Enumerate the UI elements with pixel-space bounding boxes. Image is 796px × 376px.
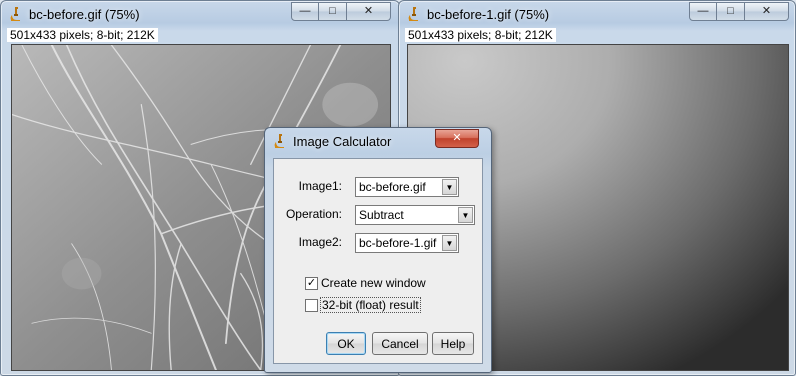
close-icon: ✕	[363, 5, 374, 17]
window-title: bc-before-1.gif (75%)	[427, 7, 550, 22]
dropdown-arrow-icon: ▼	[442, 179, 457, 195]
dropdown-arrow-icon: ▼	[442, 235, 457, 251]
checkmark-icon: ✓	[306, 277, 317, 289]
minimize-icon: —	[697, 5, 709, 17]
float-result-checkbox[interactable]	[305, 299, 318, 312]
operation-value: Subtract	[359, 208, 404, 222]
float-result-label[interactable]: 32-bit (float) result	[320, 297, 421, 313]
dropdown-arrow-icon: ▼	[458, 207, 473, 223]
maximize-button[interactable]: □	[717, 2, 745, 21]
cancel-button[interactable]: Cancel	[372, 332, 428, 355]
ok-button[interactable]: OK	[326, 332, 366, 355]
dialog-body: Image1: bc-before.gif ▼ Operation: Subtr…	[273, 158, 483, 364]
caption-buttons: ✕	[435, 129, 479, 148]
caption-buttons: — □ ✕	[689, 2, 789, 21]
titlebar[interactable]: bc-before.gif (75%) — □ ✕	[1, 1, 399, 27]
image-info: 501x433 pixels; 8-bit; 212K	[405, 28, 556, 42]
minimize-button[interactable]: —	[689, 2, 717, 21]
image2-select[interactable]: bc-before-1.gif ▼	[355, 233, 459, 253]
titlebar[interactable]: bc-before-1.gif (75%) — □ ✕	[399, 1, 795, 27]
minimize-icon: —	[299, 5, 311, 17]
image1-value: bc-before.gif	[359, 180, 426, 194]
operation-label: Operation:	[285, 207, 342, 221]
maximize-button[interactable]: □	[319, 2, 347, 21]
maximize-icon: □	[329, 5, 336, 17]
maximize-icon: □	[727, 5, 734, 17]
dialog-close-button[interactable]: ✕	[435, 129, 479, 148]
minimize-button[interactable]: —	[291, 2, 319, 21]
image-info: 501x433 pixels; 8-bit; 212K	[7, 28, 158, 42]
close-button[interactable]: ✕	[347, 2, 391, 21]
imagej-microscope-icon	[10, 7, 20, 21]
image1-select[interactable]: bc-before.gif ▼	[355, 177, 459, 197]
operation-select[interactable]: Subtract ▼	[355, 205, 475, 225]
create-new-window-label[interactable]: Create new window	[321, 276, 426, 290]
image2-label: Image2:	[298, 235, 342, 249]
close-icon: ✕	[761, 5, 772, 17]
caption-buttons: — □ ✕	[291, 2, 391, 21]
image1-label: Image1:	[298, 179, 342, 193]
close-button[interactable]: ✕	[745, 2, 789, 21]
imagej-microscope-icon	[274, 134, 284, 148]
help-button[interactable]: Help	[432, 332, 474, 355]
image2-value: bc-before-1.gif	[359, 236, 437, 250]
window-title: bc-before.gif (75%)	[29, 7, 140, 22]
dialog-titlebar[interactable]: Image Calculator ✕	[265, 128, 491, 154]
image-calculator-dialog: Image Calculator ✕ Image1: bc-before.gif…	[264, 127, 492, 373]
imagej-microscope-icon	[408, 7, 418, 21]
create-new-window-checkbox[interactable]: ✓	[305, 277, 318, 290]
close-icon: ✕	[452, 132, 462, 144]
dialog-title: Image Calculator	[293, 134, 392, 149]
